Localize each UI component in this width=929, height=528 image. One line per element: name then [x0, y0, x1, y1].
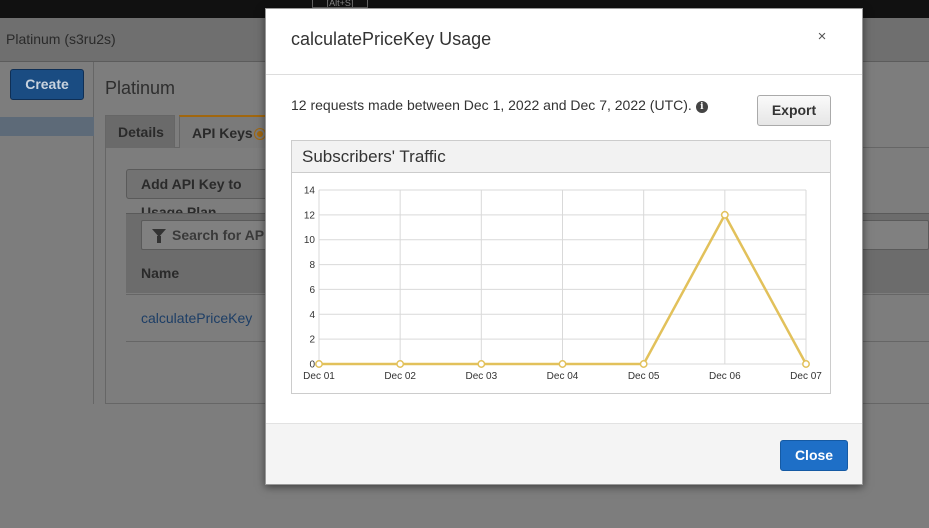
- modal-title: calculatePriceKey Usage: [291, 29, 492, 49]
- close-button[interactable]: Close: [780, 440, 848, 471]
- info-icon[interactable]: i: [695, 101, 708, 113]
- y-tick-label: 2: [309, 335, 315, 346]
- usage-modal: calculatePriceKey Usage × 12 requests ma…: [265, 8, 863, 485]
- y-tick-label: 6: [309, 285, 315, 296]
- data-point: [477, 360, 486, 368]
- tab-details-label: Details: [118, 124, 164, 140]
- x-tick-label: Dec 06: [709, 371, 741, 382]
- close-icon[interactable]: ×: [812, 27, 832, 47]
- export-button[interactable]: Export: [757, 95, 831, 126]
- usage-summary-text: 12 requests made between Dec 1, 2022 and…: [291, 97, 692, 113]
- x-tick-label: Dec 07: [790, 371, 822, 382]
- traffic-chart: Subscribers' Traffic 0 2 4 6 8 10 12 14 Dec 01 De…: [291, 140, 831, 394]
- add-api-key-button[interactable]: Add API Key to Usage Plan: [126, 169, 276, 220]
- y-tick-label: 0: [309, 360, 315, 371]
- tab-details[interactable]: Details: [105, 115, 175, 148]
- modal-footer: Close: [266, 423, 862, 484]
- tab-api-keys[interactable]: API Keys: [179, 115, 269, 148]
- x-tick-label: Dec 03: [465, 371, 497, 382]
- x-tick-label: Dec 02: [384, 371, 416, 382]
- data-point: [558, 360, 567, 368]
- left-panel: [0, 62, 94, 404]
- usage-plan-heading: Platinum: [105, 78, 176, 98]
- x-tick-label: Dec 04: [547, 371, 579, 382]
- active-tab-indicator-icon: [254, 129, 265, 140]
- x-tick-label: Dec 05: [628, 371, 660, 382]
- filter-icon: [152, 229, 166, 243]
- data-point: [720, 210, 729, 219]
- search-shortcut-hint: [Alt+S]: [312, 0, 368, 8]
- selected-usage-plan-item[interactable]: [0, 117, 94, 136]
- modal-header: calculatePriceKey Usage ×: [266, 9, 862, 75]
- chart-title: Subscribers' Traffic: [292, 141, 830, 173]
- y-tick-label: 12: [304, 210, 316, 221]
- data-point: [802, 360, 810, 368]
- usage-summary: 12 requests made between Dec 1, 2022 and…: [291, 97, 708, 113]
- create-button[interactable]: Create: [10, 69, 84, 100]
- window-title: Platinum (s3ru2s): [6, 31, 116, 47]
- y-tick-label: 8: [309, 260, 315, 271]
- traffic-chart-plot: 0 2 4 6 8 10 12 14 Dec 01 Dec 02 Dec 03 Dec 04 Dec 0…: [303, 186, 822, 383]
- y-tick-label: 10: [304, 235, 316, 246]
- data-point: [315, 360, 323, 368]
- y-tick-label: 14: [304, 186, 316, 197]
- x-tick-label: Dec 01: [303, 371, 335, 382]
- y-tick-label: 4: [309, 310, 315, 321]
- data-point: [396, 360, 405, 368]
- data-point: [639, 360, 648, 368]
- tab-api-keys-label: API Keys: [192, 125, 253, 141]
- column-header-name: Name: [141, 265, 180, 281]
- api-key-link[interactable]: calculatePriceKey: [141, 310, 252, 326]
